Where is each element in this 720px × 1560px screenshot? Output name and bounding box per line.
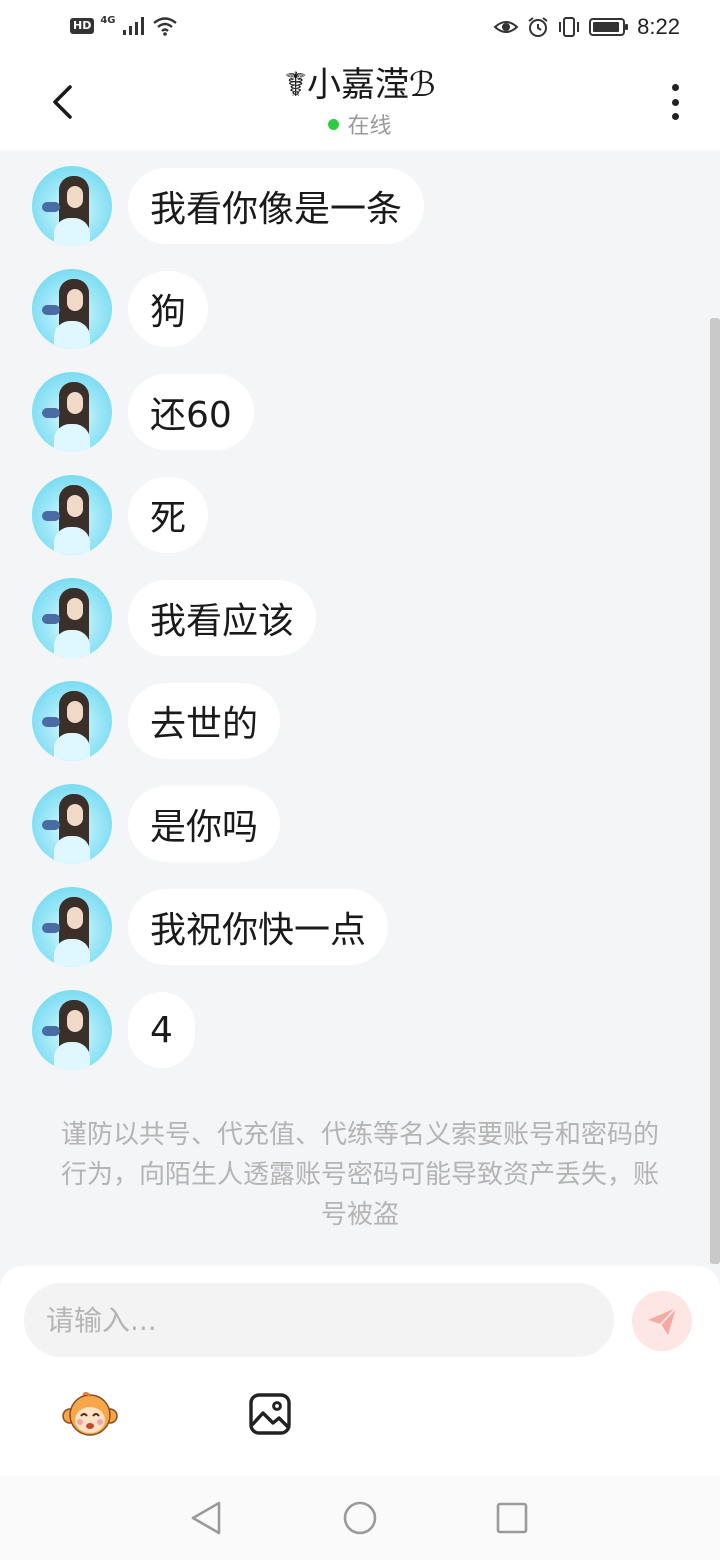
message-row: 4 xyxy=(32,990,195,1070)
avatar[interactable] xyxy=(32,166,112,246)
cell-signal-icon xyxy=(122,17,144,35)
message-list[interactable]: 我看你像是一条 狗 还60 死 我看应该 去世的 是你吗 我祝你快一点 4 xyxy=(0,150,720,1265)
alarm-icon xyxy=(528,17,548,37)
more-vertical-icon-dot xyxy=(671,84,679,91)
scrollbar[interactable] xyxy=(710,318,720,1264)
nav-recents-button[interactable] xyxy=(490,1496,534,1540)
chat-header: ☤小嘉滢ℬ 在线 xyxy=(0,56,720,150)
hd-badge: HD xyxy=(70,18,95,34)
avatar[interactable] xyxy=(32,269,112,349)
status-right-group: 8:22 xyxy=(493,14,680,40)
triangle-back-icon xyxy=(191,1501,221,1535)
message-row: 还60 xyxy=(32,372,254,452)
online-status-text: 在线 xyxy=(347,114,392,139)
chat-title-block: ☤小嘉滢ℬ 在线 xyxy=(160,62,560,140)
more-vertical-icon-dot xyxy=(671,98,679,106)
avatar[interactable] xyxy=(32,990,112,1070)
message-bubble[interactable]: 狗 xyxy=(128,271,209,347)
message-row: 是你吗 xyxy=(32,784,281,864)
chat-title: ☤小嘉滢ℬ xyxy=(284,65,436,105)
status-bar: HD 4G 8:22 xyxy=(0,0,720,56)
input-panel xyxy=(0,1266,720,1476)
more-vertical-icon-dot xyxy=(671,113,679,120)
monkey-emoji-icon xyxy=(62,1391,118,1436)
message-bubble[interactable]: 是你吗 xyxy=(128,786,281,862)
more-options-button[interactable] xyxy=(660,82,690,122)
emoji-button[interactable] xyxy=(62,1390,118,1438)
avatar[interactable] xyxy=(32,372,112,452)
message-row: 我看你像是一条 xyxy=(32,166,425,246)
network-type-label: 4G xyxy=(100,14,116,26)
battery-icon xyxy=(589,18,629,36)
image-icon xyxy=(249,1393,291,1435)
message-bubble[interactable]: 死 xyxy=(128,477,209,553)
image-button[interactable] xyxy=(248,1392,292,1436)
message-bubble[interactable]: 4 xyxy=(128,992,195,1068)
system-nav-bar xyxy=(0,1476,720,1560)
chevron-left-icon xyxy=(53,85,72,119)
clock-time: 8:22 xyxy=(637,14,680,39)
message-input[interactable] xyxy=(24,1283,614,1357)
message-row: 狗 xyxy=(32,269,209,349)
message-bubble[interactable]: 我看应该 xyxy=(128,580,317,656)
message-row: 我祝你快一点 xyxy=(32,887,389,967)
paper-plane-icon xyxy=(648,1307,677,1335)
status-left-group: HD 4G xyxy=(70,14,178,36)
message-row: 死 xyxy=(32,475,209,555)
avatar[interactable] xyxy=(32,578,112,658)
vibrate-icon xyxy=(559,17,580,37)
avatar[interactable] xyxy=(32,784,112,864)
message-bubble[interactable]: 去世的 xyxy=(128,683,281,759)
message-bubble[interactable]: 还60 xyxy=(128,374,254,450)
message-row: 我看应该 xyxy=(32,578,317,658)
online-status: 在线 xyxy=(160,108,560,140)
online-dot xyxy=(328,118,340,130)
circle-home-icon xyxy=(343,1501,377,1535)
nav-back-button[interactable] xyxy=(184,1496,228,1540)
avatar[interactable] xyxy=(32,681,112,761)
avatar[interactable] xyxy=(32,475,112,555)
wifi-icon xyxy=(152,17,177,36)
message-bubble[interactable]: 我祝你快一点 xyxy=(128,889,389,965)
security-notice: 谨防以共号、代充值、代练等名义索要账号和密码的行为，向陌生人透露账号密码可能导致… xyxy=(60,1120,659,1230)
square-recents-icon xyxy=(496,1502,528,1534)
avatar[interactable] xyxy=(32,887,112,967)
eye-icon xyxy=(493,21,519,33)
back-button[interactable] xyxy=(40,80,84,124)
message-bubble[interactable]: 我看你像是一条 xyxy=(128,168,425,244)
send-button[interactable] xyxy=(632,1291,692,1351)
nav-home-button[interactable] xyxy=(338,1496,382,1540)
message-row: 去世的 xyxy=(32,681,281,761)
